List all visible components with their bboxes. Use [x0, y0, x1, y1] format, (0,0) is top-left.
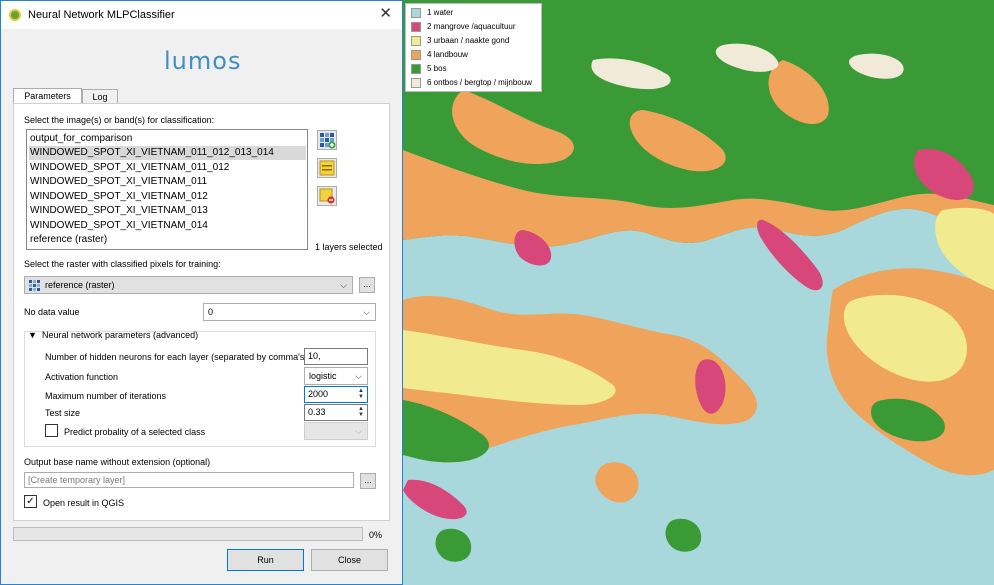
legend-item: 5 bos — [411, 63, 447, 75]
run-button[interactable]: Run — [227, 549, 304, 571]
map-legend: 1 water 2 mangrove /aquacultuur 3 urbaan… — [405, 3, 542, 92]
iterations-label: Maximum number of iterations — [45, 391, 167, 401]
image-list[interactable]: output_for_comparison WINDOWED_SPOT_XI_V… — [26, 129, 308, 250]
legend-item: 1 water — [411, 7, 453, 19]
legend-item: 2 mangrove /aquacultuur — [411, 21, 516, 33]
open-result-label: Open result in QGIS — [43, 498, 125, 508]
nodata-label: No data value — [24, 307, 80, 317]
images-label: Select the image(s) or band(s) for class… — [24, 115, 215, 125]
add-raster-icon — [320, 133, 336, 149]
nn-params-header[interactable]: Neural network parameters (advanced) — [42, 330, 198, 340]
list-item[interactable]: reference (raster) — [29, 233, 306, 247]
spinner-arrows-icon[interactable]: ▲ ▼ — [356, 406, 366, 419]
close-icon[interactable]: ✕ — [379, 5, 392, 23]
list-item[interactable]: WINDOWED_SPOT_XI_VIETNAM_011 — [29, 175, 306, 189]
list-item[interactable]: WINDOWED_SPOT_XI_VIETNAM_014 — [29, 219, 306, 233]
iterations-value: 2000 — [308, 389, 329, 399]
predict-probability-checkbox[interactable] — [45, 424, 58, 437]
raster-layer-icon — [29, 280, 40, 291]
list-item[interactable]: WINDOWED_SPOT_XI_VIETNAM_012 — [29, 190, 306, 204]
predict-probability-label: Predict probality of a selected class — [64, 427, 206, 437]
legend-item: 3 urbaan / naakte gond — [411, 35, 509, 47]
list-item[interactable]: WINDOWED_SPOT_XI_VIETNAM_011_012 — [29, 161, 306, 175]
add-layer-button[interactable] — [317, 130, 337, 150]
hidden-neurons-input[interactable]: 10, — [304, 348, 368, 365]
collapse-triangle-icon[interactable]: ▼ — [28, 330, 37, 340]
nodata-select[interactable]: 0 ⌵ — [203, 303, 376, 321]
progress-label: 0% — [369, 530, 383, 540]
list-item[interactable]: WINDOWED_SPOT_XI_VIETNAM_011_012_013_014 — [29, 146, 306, 160]
nodata-value: 0 — [208, 307, 214, 317]
legend-swatch — [411, 63, 421, 74]
test-size-input[interactable]: 0.33 ▲ ▼ — [304, 404, 368, 421]
window-title: Neural Network MLPClassifier — [28, 9, 175, 21]
activation-value: logistic — [309, 371, 337, 381]
activation-label: Activation function — [45, 372, 119, 382]
legend-label: 1 water — [427, 8, 454, 17]
legend-swatch — [411, 21, 421, 32]
legend-swatch — [411, 35, 421, 46]
legend-label: 6 ontbos / bergtop / mijnbouw — [427, 78, 532, 87]
training-raster-value: reference (raster) — [45, 280, 115, 290]
select-all-icon — [319, 160, 335, 176]
progress-bar — [13, 527, 363, 541]
iterations-input[interactable]: 2000 ▲ ▼ — [304, 386, 368, 403]
legend-item: 4 landbouw — [411, 49, 468, 61]
output-name-input[interactable]: [Create temporary layer] — [24, 472, 354, 488]
qgis-logo-icon — [9, 9, 21, 21]
select-all-button[interactable] — [317, 158, 337, 178]
chevron-down-icon: ⌵ — [355, 426, 362, 436]
tab-parameters[interactable]: Parameters — [13, 88, 82, 104]
training-raster-select[interactable]: reference (raster) ⌵ — [24, 276, 353, 294]
activation-select[interactable]: logistic ⌵ — [304, 367, 368, 385]
chevron-down-icon: ⌵ — [340, 280, 347, 290]
output-label: Output base name without extension (opti… — [24, 457, 211, 467]
spinner-arrows-icon[interactable]: ▲ ▼ — [356, 388, 366, 401]
legend-label: 2 mangrove /aquacultuur — [427, 22, 516, 31]
chevron-down-icon: ⌵ — [363, 307, 370, 317]
title-bar: Neural Network MLPClassifier ✕ — [1, 1, 402, 29]
output-browse-button[interactable]: ... — [360, 473, 376, 489]
legend-label: 3 urbaan / naakte gond — [427, 36, 510, 45]
clear-selection-icon — [319, 188, 335, 204]
chevron-down-icon: ⌵ — [355, 371, 362, 381]
close-button[interactable]: Close — [311, 549, 388, 571]
clear-selection-button[interactable] — [317, 186, 337, 206]
class-select[interactable]: ⌵ — [304, 422, 368, 440]
test-size-label: Test size — [45, 408, 81, 418]
legend-swatch — [411, 49, 421, 60]
lumos-logo: lumos — [164, 47, 242, 75]
legend-label: 5 bos — [427, 64, 447, 73]
training-browse-button[interactable]: ... — [359, 277, 375, 293]
training-label: Select the raster with classified pixels… — [24, 259, 221, 269]
list-item[interactable]: output_for_comparison — [29, 132, 306, 146]
legend-label: 4 landbouw — [427, 50, 468, 59]
legend-swatch — [411, 7, 421, 18]
legend-swatch — [411, 77, 421, 88]
open-result-checkbox[interactable]: ✓ — [24, 495, 37, 508]
test-size-value: 0.33 — [308, 407, 326, 417]
list-item[interactable]: WINDOWED_SPOT_XI_VIETNAM_013 — [29, 204, 306, 218]
selected-count: 1 layers selected — [315, 242, 383, 252]
hidden-neurons-label: Number of hidden neurons for each layer … — [45, 352, 308, 362]
legend-item: 6 ontbos / bergtop / mijnbouw — [411, 77, 532, 89]
